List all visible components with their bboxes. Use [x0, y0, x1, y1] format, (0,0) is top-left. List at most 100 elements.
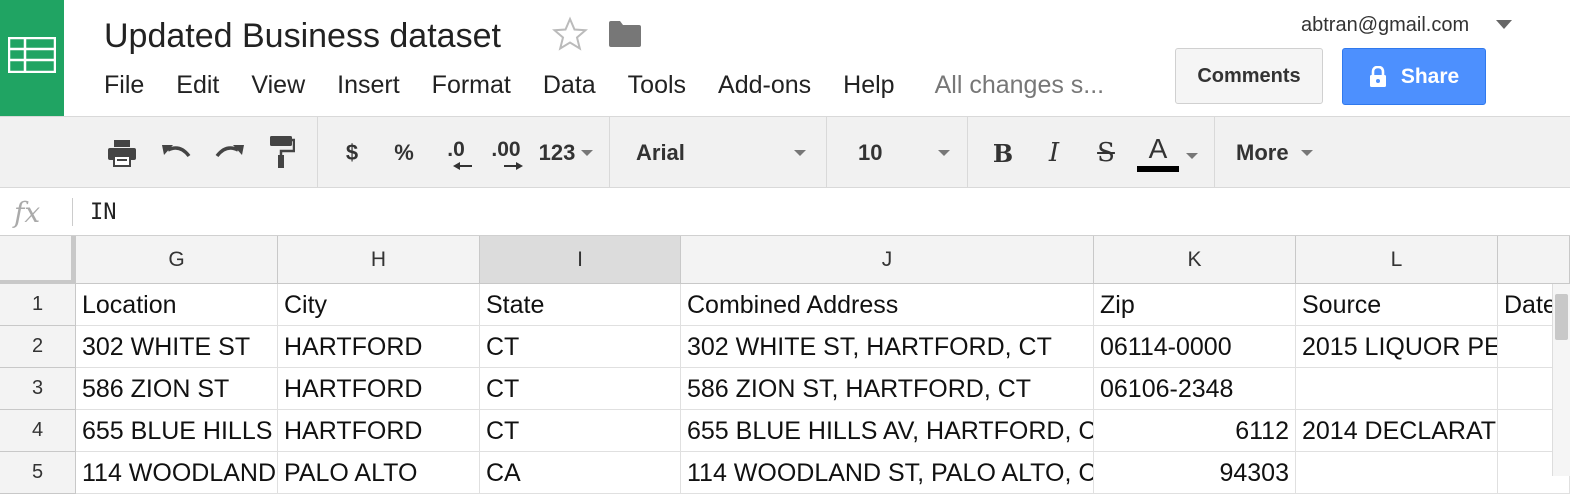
folder-icon[interactable]: [608, 20, 642, 48]
row-header-4[interactable]: 4: [0, 410, 76, 452]
menu-data[interactable]: Data: [543, 71, 596, 100]
cell-i1[interactable]: State: [480, 284, 681, 326]
cell-k3[interactable]: 06106-2348: [1094, 368, 1296, 410]
select-all-corner[interactable]: [0, 236, 76, 284]
menu-help[interactable]: Help: [843, 71, 894, 100]
more-formats-label: 123: [538, 140, 576, 165]
menu-format[interactable]: Format: [432, 71, 511, 100]
font-family-dropdown[interactable]: Arial: [636, 135, 806, 171]
cell-i5[interactable]: CA: [480, 452, 681, 494]
more-formats-dropdown[interactable]: 123: [536, 135, 596, 171]
column-header-k[interactable]: K: [1094, 236, 1296, 284]
save-status[interactable]: All changes s...: [935, 71, 1105, 100]
undo-icon: [162, 145, 191, 158]
chevron-down-icon: [1300, 150, 1313, 156]
row-header-3[interactable]: 3: [0, 368, 76, 410]
sheets-logo[interactable]: [0, 0, 64, 116]
font-size-value: 10: [858, 140, 883, 165]
font-family-value: Arial: [636, 140, 685, 165]
menu-bar: File Edit View Insert Format Data Tools …: [104, 68, 1104, 102]
undo-button[interactable]: [158, 133, 194, 173]
row-header-5[interactable]: 5: [0, 452, 76, 494]
cell-j3[interactable]: 586 ZION ST, HARTFORD, CT: [681, 368, 1094, 410]
cell-i2[interactable]: CT: [480, 326, 681, 368]
increase-decimals-button[interactable]: .00: [486, 135, 526, 175]
currency-format-button[interactable]: $: [338, 135, 366, 171]
scrollbar-thumb[interactable]: [1555, 294, 1568, 340]
toolbar: $ % .0 .00 123 Arial 10 B I S A More: [0, 116, 1570, 189]
cell-j2[interactable]: 302 WHITE ST, HARTFORD, CT: [681, 326, 1094, 368]
doc-title[interactable]: Updated Business dataset: [104, 14, 501, 58]
column-header-m[interactable]: [1498, 236, 1570, 284]
cell-j4[interactable]: 655 BLUE HILLS AV, HARTFORD, CT: [681, 410, 1094, 452]
sheets-grid-icon: [8, 37, 56, 73]
column-header-i[interactable]: I: [480, 236, 681, 284]
text-color-button[interactable]: A: [1136, 131, 1180, 175]
menu-view[interactable]: View: [251, 71, 305, 100]
cell-j1[interactable]: Combined Address: [681, 284, 1094, 326]
text-color-swatch: [1137, 166, 1179, 172]
cell-j5[interactable]: 114 WOODLAND ST, PALO ALTO, CA: [681, 452, 1094, 494]
share-label: Share: [1400, 64, 1460, 88]
column-header-h[interactable]: H: [278, 236, 480, 284]
account-dropdown-icon[interactable]: [1496, 20, 1512, 29]
comments-label: Comments: [1197, 64, 1301, 87]
cell-h5[interactable]: PALO ALTO: [278, 452, 480, 494]
redo-button[interactable]: [212, 133, 248, 173]
cell-h1[interactable]: City: [278, 284, 480, 326]
formula-divider: [72, 198, 73, 226]
column-header-j[interactable]: J: [681, 236, 1094, 284]
cell-i4[interactable]: CT: [480, 410, 681, 452]
cell-i3[interactable]: CT: [480, 368, 681, 410]
cell-h4[interactable]: HARTFORD: [278, 410, 480, 452]
print-icon: [108, 140, 136, 167]
italic-button[interactable]: I: [1042, 135, 1066, 171]
menu-tools[interactable]: Tools: [628, 71, 686, 100]
cell-k4[interactable]: 6112: [1094, 410, 1296, 452]
font-size-dropdown[interactable]: 10: [858, 135, 950, 171]
cell-l3[interactable]: [1296, 368, 1498, 410]
arrow-left-icon: [453, 162, 472, 170]
paint-format-button[interactable]: [264, 131, 298, 173]
lock-icon: [1369, 65, 1386, 87]
cell-k2[interactable]: 06114-0000: [1094, 326, 1296, 368]
decrease-decimals-button[interactable]: .0: [436, 135, 476, 175]
print-button[interactable]: [104, 133, 140, 173]
formula-bar: [0, 188, 1570, 236]
cell-l2[interactable]: 2015 LIQUOR PERMITS: [1296, 326, 1498, 368]
chevron-down-icon[interactable]: [1186, 153, 1198, 159]
cell-h3[interactable]: HARTFORD: [278, 368, 480, 410]
row-header-2[interactable]: 2: [0, 326, 76, 368]
strikethrough-button[interactable]: S: [1094, 135, 1118, 171]
cell-h2[interactable]: HARTFORD: [278, 326, 480, 368]
percent-format-button[interactable]: %: [388, 135, 420, 171]
more-button[interactable]: More: [1236, 135, 1316, 171]
menu-file[interactable]: File: [104, 71, 144, 100]
menu-insert[interactable]: Insert: [337, 71, 400, 100]
toolbar-divider: [967, 117, 968, 189]
row-header-1[interactable]: 1: [0, 284, 76, 326]
toolbar-divider: [609, 117, 610, 189]
column-header-g[interactable]: G: [76, 236, 278, 284]
cell-g5[interactable]: 114 WOODLAND ST: [76, 452, 278, 494]
menu-edit[interactable]: Edit: [176, 71, 219, 100]
cell-g2[interactable]: 302 WHITE ST: [76, 326, 278, 368]
cell-g1[interactable]: Location: [76, 284, 278, 326]
column-header-l[interactable]: L: [1296, 236, 1498, 284]
cell-k1[interactable]: Zip: [1094, 284, 1296, 326]
toolbar-divider: [826, 117, 827, 189]
cell-l5[interactable]: [1296, 452, 1498, 494]
cell-g3[interactable]: 586 ZION ST: [76, 368, 278, 410]
bold-button[interactable]: B: [990, 135, 1016, 171]
menu-add-ons[interactable]: Add-ons: [718, 71, 811, 100]
share-button[interactable]: Share: [1342, 48, 1486, 105]
comments-button[interactable]: Comments: [1175, 48, 1323, 104]
cell-k5[interactable]: 94303: [1094, 452, 1296, 494]
account-email[interactable]: abtran@gmail.com: [1301, 10, 1469, 40]
star-icon[interactable]: [552, 16, 588, 52]
more-label: More: [1236, 140, 1289, 165]
cell-l4[interactable]: 2014 DECLARATIONS: [1296, 410, 1498, 452]
cell-g4[interactable]: 655 BLUE HILLS AV: [76, 410, 278, 452]
cell-l1[interactable]: Source: [1296, 284, 1498, 326]
formula-input[interactable]: IN: [90, 198, 117, 228]
